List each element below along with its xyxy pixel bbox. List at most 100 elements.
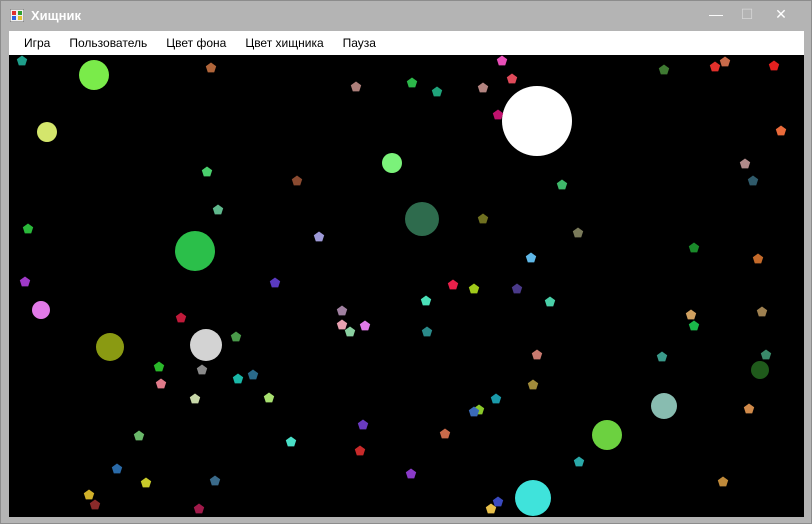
predator-5 (79, 60, 109, 90)
prey-60 (439, 428, 451, 439)
prey-15 (556, 179, 568, 190)
prey-14 (775, 125, 787, 136)
prey-44 (230, 331, 242, 342)
prey-68 (405, 468, 417, 479)
prey-70 (83, 489, 95, 500)
prey-13 (768, 60, 780, 71)
minimize-button[interactable]: — (701, 3, 731, 25)
prey-71 (89, 499, 101, 510)
prey-35 (685, 309, 697, 320)
prey-62 (285, 436, 297, 447)
predator-10 (651, 393, 677, 419)
prey-12 (719, 56, 731, 67)
prey-53 (189, 393, 201, 404)
menu-predator-color[interactable]: Цвет хищника (238, 31, 330, 55)
menu-user[interactable]: Пользователь (62, 31, 154, 55)
menu-bar: Игра Пользователь Цвет фона Цвет хищника… (9, 31, 804, 55)
prey-38 (175, 312, 187, 323)
prey-22 (572, 227, 584, 238)
prey-46 (531, 349, 543, 360)
predator-9 (96, 333, 124, 361)
prey-36 (688, 320, 700, 331)
prey-52 (155, 378, 167, 389)
menu-pause[interactable]: Пауза (336, 31, 383, 55)
prey-33 (420, 295, 432, 306)
prey-49 (196, 364, 208, 375)
prey-64 (573, 456, 585, 467)
prey-23 (739, 158, 751, 169)
prey-1 (16, 55, 28, 66)
prey-69 (717, 476, 729, 487)
prey-61 (133, 430, 145, 441)
prey-67 (209, 475, 221, 486)
prey-9 (492, 109, 504, 120)
predator-3 (405, 202, 439, 236)
prey-72 (193, 503, 205, 514)
prey-8 (477, 82, 489, 93)
prey-48 (153, 361, 165, 372)
prey-63 (354, 445, 366, 456)
prey-50 (247, 369, 259, 380)
prey-28 (269, 277, 281, 288)
predator-8 (32, 301, 50, 319)
prey-18 (212, 204, 224, 215)
prey-32 (525, 252, 537, 263)
prey-2 (205, 62, 217, 73)
prey-26 (752, 253, 764, 264)
prey-66 (140, 477, 152, 488)
prey-16 (291, 175, 303, 186)
prey-43 (421, 326, 433, 337)
prey-10 (658, 64, 670, 75)
maximize-button[interactable]: ☐ (732, 3, 762, 25)
predator-2 (175, 231, 215, 271)
menu-background-color[interactable]: Цвет фона (159, 31, 233, 55)
prey-21 (477, 213, 489, 224)
prey-47 (656, 351, 668, 362)
game-arena[interactable] (9, 55, 804, 517)
prey-6 (406, 77, 418, 88)
prey-75 (743, 403, 755, 414)
prey-30 (468, 283, 480, 294)
prey-39 (336, 305, 348, 316)
app-icon (10, 9, 24, 22)
app-window: Хищник — ☐ ✕ Игра Пользователь Цвет фона… (0, 0, 812, 524)
predator-7 (382, 153, 402, 173)
prey-27 (19, 276, 31, 287)
prey-19 (22, 223, 34, 234)
prey-34 (544, 296, 556, 307)
prey-17 (201, 166, 213, 177)
predator-12 (515, 480, 551, 516)
prey-11 (709, 61, 721, 72)
prey-4 (506, 73, 518, 84)
prey-56 (527, 379, 539, 390)
prey-20 (313, 231, 325, 242)
predator-1 (502, 86, 572, 156)
menu-game[interactable]: Игра (17, 31, 57, 55)
prey-45 (760, 349, 772, 360)
prey-65 (111, 463, 123, 474)
close-button[interactable]: ✕ (766, 3, 796, 25)
title-bar[interactable]: Хищник — ☐ ✕ (1, 1, 811, 30)
minimize-icon: — (709, 6, 723, 22)
prey-5 (350, 81, 362, 92)
predator-13 (751, 361, 769, 379)
prey-51 (232, 373, 244, 384)
prey-37 (756, 306, 768, 317)
prey-31 (511, 283, 523, 294)
prey-7 (431, 86, 443, 97)
predator-6 (37, 122, 57, 142)
prey-40 (336, 319, 348, 330)
prey-3 (496, 55, 508, 66)
prey-42 (344, 326, 356, 337)
predator-4 (190, 329, 222, 361)
prey-41 (359, 320, 371, 331)
prey-73 (492, 496, 504, 507)
prey-29 (447, 279, 459, 290)
close-icon: ✕ (775, 5, 787, 22)
window-title: Хищник (31, 8, 81, 23)
prey-59 (357, 419, 369, 430)
game-canvas[interactable] (9, 55, 804, 517)
maximize-icon: ☐ (740, 5, 754, 22)
prey-54 (263, 392, 275, 403)
predator-11 (592, 420, 622, 450)
